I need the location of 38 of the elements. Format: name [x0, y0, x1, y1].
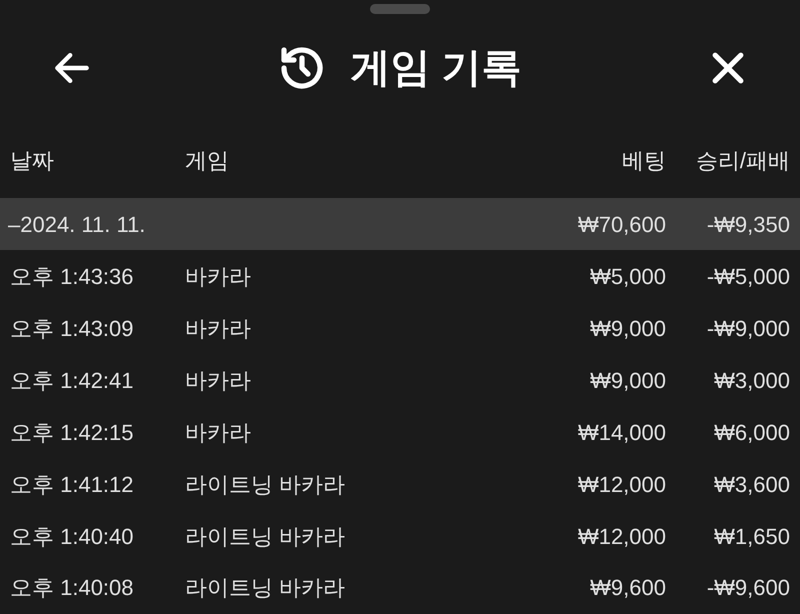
- result-cell-text: ₩6,000: [713, 418, 791, 447]
- game-cell-text: 라이트닝 바카라: [185, 470, 346, 499]
- drag-handle[interactable]: [370, 4, 430, 14]
- bet-cell-text: ₩9,000: [589, 366, 666, 395]
- time-cell-text: 오후 1:40:40: [9, 522, 135, 550]
- time-cell-text: 오후 1:40:08: [9, 574, 135, 602]
- result-cell-text: -₩9,600: [706, 574, 791, 602]
- time-cell-text: 오후 1:42:15: [9, 418, 135, 447]
- result-cell-text: -₩5,000: [706, 262, 791, 291]
- bet-cell-text: ₩12,000: [576, 470, 666, 499]
- bet-cell-text: ₩9,000: [589, 314, 666, 343]
- game-cell-text: 바카라: [185, 262, 252, 291]
- window-title: 게임 기록: [350, 44, 522, 92]
- column-header: 베팅: [621, 146, 666, 175]
- game-cell-text: 바카라: [185, 418, 252, 447]
- group-result-total: -₩9,350: [706, 210, 791, 239]
- column-header: 날짜: [9, 146, 55, 175]
- bet-cell-text: ₩12,000: [576, 522, 666, 550]
- bet-cell-text: ₩9,600: [589, 574, 666, 602]
- result-cell-text: ₩3,600: [713, 470, 791, 499]
- column-header: 게임: [185, 146, 230, 175]
- time-cell-text: 오후 1:41:12: [9, 470, 135, 499]
- time-cell-text: 오후 1:42:41: [9, 366, 135, 395]
- game-cell-text: 바카라: [185, 314, 252, 343]
- date-group-row[interactable]: –2024. 11. 11. ₩70,600 -₩9,350: [0, 198, 800, 250]
- game-cell-text: 바카라: [185, 366, 252, 395]
- column-header: 승리/패배: [694, 146, 791, 175]
- bet-cell-text: ₩5,000: [589, 262, 666, 291]
- game-cell-text: 라이트닝 바카라: [185, 574, 346, 602]
- time-cell-text: 오후 1:43:36: [9, 262, 135, 291]
- bet-cell-text: ₩14,000: [576, 418, 666, 447]
- time-cell-text: 오후 1:43:09: [9, 314, 135, 343]
- game-cell-text: 라이트닝 바카라: [185, 522, 346, 550]
- result-cell-text: ₩1,650: [713, 522, 791, 550]
- group-bet-total: ₩70,600: [576, 210, 666, 239]
- result-cell-text: -₩9,000: [706, 314, 791, 343]
- group-date: –2024. 11. 11.: [7, 210, 146, 239]
- result-cell-text: ₩3,000: [713, 366, 791, 395]
